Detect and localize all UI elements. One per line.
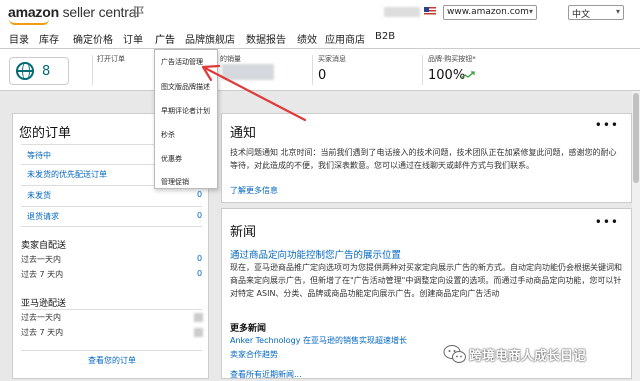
flag-icon[interactable] bbox=[133, 5, 145, 19]
all-news-link[interactable]: 查看所有近期新闻... bbox=[230, 369, 302, 380]
menu-item-coupons[interactable]: 优惠券 bbox=[161, 154, 182, 164]
divider bbox=[422, 55, 423, 85]
marketplace-count: 8 bbox=[42, 64, 51, 79]
menu-item-lightning-deals[interactable]: 秒杀 bbox=[161, 130, 175, 140]
logo-brand: amazon bbox=[8, 4, 59, 20]
logo-smile-icon bbox=[9, 19, 49, 25]
notice-panel: 通知 ••• 技术问题通知 北京时间：当前我们遇到了电话接入的技术问题，技术团队… bbox=[221, 113, 632, 203]
orders-returns-link[interactable]: 退货请求 bbox=[27, 211, 59, 222]
nav-pricing[interactable]: 确定价格 bbox=[73, 31, 113, 46]
fba-last-day-label: 过去一天内 bbox=[21, 313, 61, 322]
amazon-seller-central-logo[interactable]: amazon seller central bbox=[8, 4, 139, 20]
orders-unshipped-count[interactable]: 0 bbox=[197, 190, 202, 199]
red-arrow-annotation bbox=[201, 64, 307, 122]
chevron-down-icon: ▾ bbox=[615, 7, 620, 16]
divider bbox=[21, 350, 202, 351]
seller-last-day-label: 过去一天内 bbox=[21, 255, 61, 264]
redacted-count bbox=[194, 313, 203, 322]
redacted-count bbox=[194, 328, 203, 337]
metrics-bar: 8 打开订单 的销量 买家消息 0 品牌·购买按钮* 100% bbox=[0, 49, 640, 91]
news-item-link[interactable]: 卖家合作趋势 bbox=[230, 349, 278, 360]
menu-item-promotions[interactable]: 管理促销 bbox=[161, 177, 189, 187]
main-nav: 目录 库存 确定价格 订单 广告 品牌旗舰店 数据报告 绩效 应用商店 B2B bbox=[0, 27, 640, 49]
seller-last-day-count[interactable]: 0 bbox=[197, 254, 202, 263]
language-value: 中文 bbox=[572, 10, 591, 20]
orders-unshipped-link[interactable]: 未发货 bbox=[27, 190, 51, 201]
watermark-text: 跨境电商人成长日记 bbox=[469, 349, 587, 364]
trend-up-icon bbox=[461, 71, 475, 79]
news-item-link[interactable]: Anker Technology 在亚马逊的销售实现超速增长 bbox=[230, 335, 407, 346]
nav-advertising[interactable]: 广告 bbox=[155, 31, 175, 46]
learn-more-link[interactable]: 了解更多信息 bbox=[230, 185, 278, 196]
orders-unshipped-priority-link[interactable]: 未发货的优先配送订单 bbox=[27, 169, 107, 180]
marketplace-select[interactable]: www.amazon.com ▾ bbox=[443, 5, 537, 20]
buybox-label: 品牌·购买按钮* bbox=[428, 55, 476, 63]
divider bbox=[21, 226, 202, 227]
fba-last-7-days-label: 过去 7 天内 bbox=[21, 328, 64, 337]
orders-returns-count[interactable]: 0 bbox=[197, 211, 202, 220]
nav-performance[interactable]: 绩效 bbox=[297, 31, 317, 46]
wechat-icon bbox=[443, 345, 466, 363]
divider bbox=[312, 55, 313, 85]
nav-catalog[interactable]: 目录 bbox=[9, 31, 29, 46]
buyer-messages-label: 买家消息 bbox=[318, 55, 346, 63]
more-news-title: 更多新闻 bbox=[230, 324, 267, 334]
marketplace-value: www.amazon.com bbox=[447, 7, 529, 17]
divider bbox=[92, 55, 93, 85]
globe-icon bbox=[16, 62, 34, 80]
marketplaces-widget[interactable]: 8 bbox=[9, 57, 69, 85]
nav-orders[interactable]: 订单 bbox=[123, 31, 143, 46]
nav-stores[interactable]: 品牌旗舰店 bbox=[185, 31, 235, 46]
orders-title: 您的订单 bbox=[19, 126, 72, 141]
more-options-icon[interactable]: ••• bbox=[595, 118, 619, 132]
divider bbox=[21, 309, 202, 310]
nav-inventory[interactable]: 库存 bbox=[39, 31, 59, 46]
watermark: 跨境电商人成长日记 bbox=[441, 342, 631, 366]
divider bbox=[21, 206, 202, 207]
orders-pending-link[interactable]: 等待中 bbox=[27, 150, 51, 161]
fba-title: 亚马逊配送 bbox=[21, 299, 67, 309]
us-flag-icon bbox=[424, 7, 436, 16]
news-body: 现在，亚马逊商品推广定向选项可为您提供两种对买家定向展示广告的新方式。自动定向功… bbox=[230, 263, 622, 298]
chevron-down-icon: ▾ bbox=[528, 7, 533, 16]
buybox-value[interactable]: 100% bbox=[428, 68, 465, 83]
nav-b2b[interactable]: B2B bbox=[375, 31, 395, 42]
news-title: 新闻 bbox=[230, 225, 257, 240]
redacted-account-name bbox=[384, 7, 420, 17]
notice-text: 技术问题通知 北京时间：当前我们遇到了电话接入的技术问题，技术团队正在加紧修复此… bbox=[230, 148, 617, 170]
nav-reports[interactable]: 数据报告 bbox=[246, 31, 286, 46]
seller-last-7-days-count[interactable]: 0 bbox=[197, 269, 202, 278]
logo-product: seller central bbox=[58, 4, 140, 20]
open-orders-label: 打开订单 bbox=[97, 55, 125, 63]
scrollbar-thumb[interactable] bbox=[633, 93, 639, 183]
buyer-messages-value[interactable]: 0 bbox=[318, 68, 326, 83]
top-bar: amazon seller central www.amazon.com ▾ 中… bbox=[0, 0, 640, 27]
seller-fulfilled-title: 卖家自配送 bbox=[21, 241, 67, 251]
language-select[interactable]: 中文 ▾ bbox=[568, 5, 624, 20]
nav-appstore[interactable]: 应用商店 bbox=[325, 31, 365, 46]
more-options-icon[interactable]: ••• bbox=[595, 215, 619, 229]
news-headline-link[interactable]: 通过商品定向功能控制您广告的展示位置 bbox=[230, 247, 401, 261]
page-scrollbar[interactable] bbox=[632, 91, 640, 381]
view-orders-link[interactable]: 查看您的订单 bbox=[88, 355, 136, 366]
seller-last-7-days-label: 过去 7 天内 bbox=[21, 270, 64, 279]
